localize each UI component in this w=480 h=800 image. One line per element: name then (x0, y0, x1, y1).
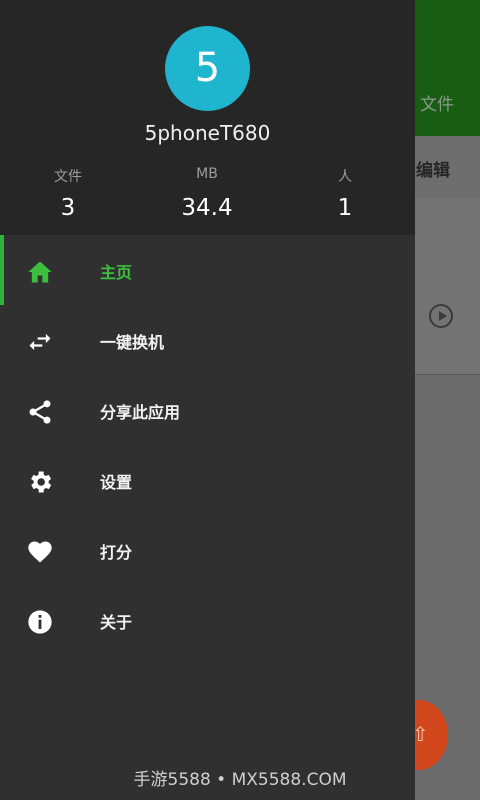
share-icon (29, 400, 51, 424)
swap-icon (29, 333, 51, 351)
username: 5phoneT680 (144, 121, 271, 145)
background-edit-button[interactable]: 编辑 (416, 156, 450, 181)
background-tab-files[interactable]: 文件 (420, 90, 454, 115)
gear-icon (31, 471, 52, 493)
info-icon (28, 610, 52, 634)
menu-item-settings[interactable]: 设置 (0, 445, 415, 515)
home-icon (28, 261, 52, 283)
stat-size-label: MB (196, 166, 218, 182)
menu-item-label: 设置 (100, 473, 133, 492)
menu-item-label: 主页 (100, 263, 133, 282)
menu-item-label: 一键换机 (100, 333, 165, 352)
stat-files-value: 3 (60, 195, 76, 221)
stat-size-value: 34.4 (181, 195, 233, 221)
stat-files-label: 文件 (54, 169, 82, 185)
watermark: 手游5588 • MX5588.COM (133, 770, 347, 790)
menu-item-rate[interactable]: 打分 (0, 515, 415, 585)
stat-people-value: 1 (337, 195, 353, 221)
play-icon[interactable] (429, 304, 453, 328)
menu-item-label: 关于 (100, 613, 133, 632)
menu-item-share-app[interactable]: 分享此应用 (0, 375, 415, 445)
stat-people-label: 人 (338, 169, 352, 185)
menu-item-label: 打分 (100, 543, 133, 562)
avatar[interactable]: 5 (165, 26, 250, 111)
drawer-header: 5 5phoneT680 文件 3 MB 34.4 人 1 (0, 0, 415, 235)
menu-item-about[interactable]: 关于 (0, 585, 415, 655)
menu-item-label: 分享此应用 (100, 403, 181, 422)
menu-item-one-key-switch[interactable]: 一键换机 (0, 305, 415, 375)
heart-icon (28, 541, 52, 563)
navigation-drawer: 5 5phoneT680 文件 3 MB 34.4 人 1 主页 一键换机 分享… (0, 0, 415, 800)
menu-item-home[interactable]: 主页 (0, 235, 415, 305)
drawer-menu: 主页 一键换机 分享此应用 设置 打分 关于 (0, 235, 415, 655)
